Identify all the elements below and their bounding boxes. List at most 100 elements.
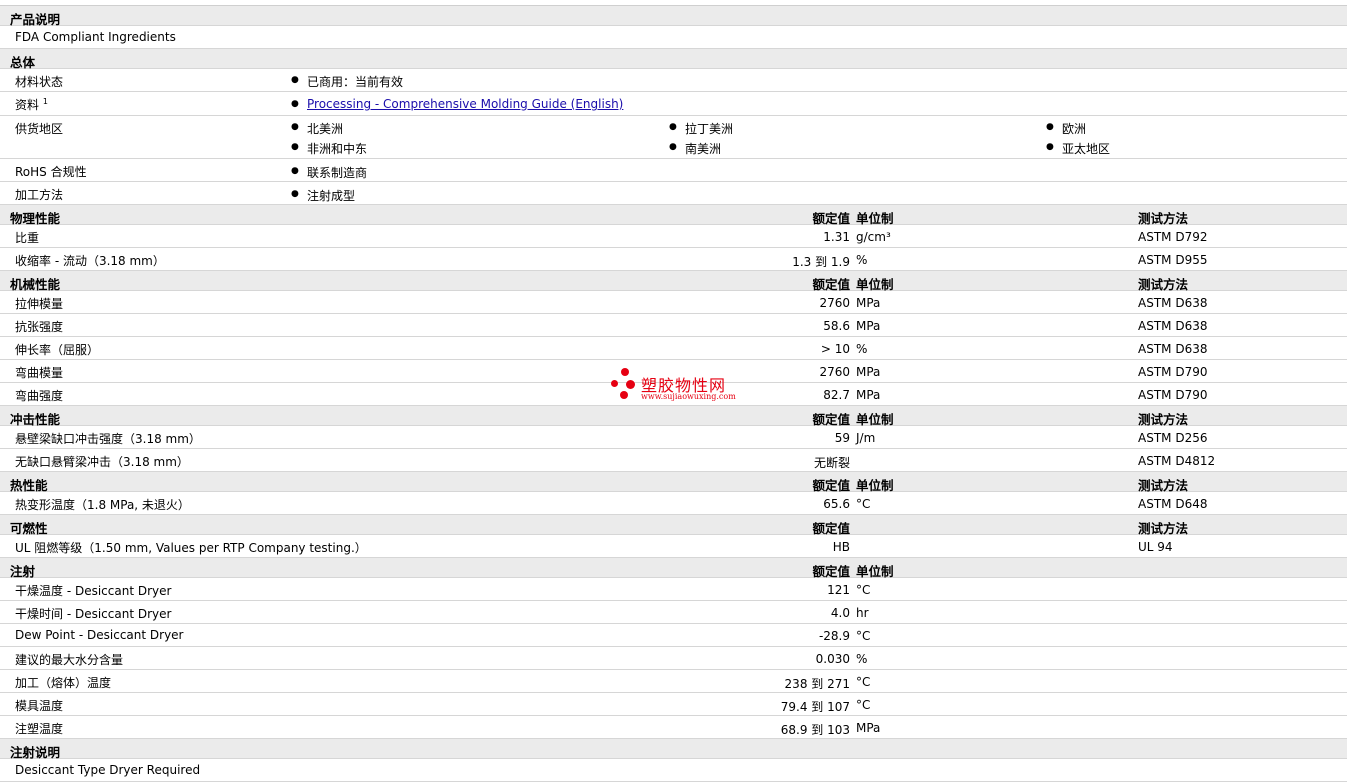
property-label: 拉伸模量 <box>15 297 64 311</box>
property-method: ASTM D790 <box>1138 365 1208 379</box>
material-status-row: 材料状态 已商用：当前有效 <box>0 69 1347 92</box>
property-label: UL 阻燃等级（1.50 mm, Values per RTP Company … <box>15 541 367 555</box>
property-unit: MPa <box>856 365 881 379</box>
property-row: 比重 1.31 g/cm³ ASTM D792 <box>0 225 1347 248</box>
logo-dot <box>620 391 628 399</box>
property-method: UL 94 <box>1138 540 1173 554</box>
property-value: 68.9 到 103 <box>780 723 850 737</box>
section-header-physical: 物理性能 额定值 单位制 测试方法 <box>0 205 1347 226</box>
thermal-rows: 热变形温度（1.8 MPa, 未退火） 65.6 °C ASTM D648 <box>0 492 1347 515</box>
watermark-url: www.sujiaowuxing.com <box>641 392 736 401</box>
property-label: 注塑温度 <box>15 722 64 736</box>
section-header-injection-notes: 注射说明 <box>0 739 1347 760</box>
region-item: 非洲和中东 <box>291 140 367 157</box>
property-value: 82.7 <box>823 388 850 402</box>
property-row: 抗张强度 58.6 MPa ASTM D638 <box>0 314 1347 337</box>
property-label: 收缩率 - 流动（3.18 mm） <box>15 254 165 268</box>
property-row: 干燥时间 - Desiccant Dryer 4.0 hr <box>0 601 1347 624</box>
property-unit: MPa <box>856 319 881 333</box>
property-row: 拉伸模量 2760 MPa ASTM D638 <box>0 291 1347 314</box>
property-value: > 10 <box>820 342 850 356</box>
documents-row: 资料 1 Processing - Comprehensive Molding … <box>0 92 1347 116</box>
property-row: 伸长率（屈服） > 10% ASTM D638 <box>0 337 1347 360</box>
property-label: 加工（熔体）温度 <box>15 676 112 690</box>
section-header-thermal: 热性能 额定值 单位制 测试方法 <box>0 472 1347 493</box>
property-unit: °C <box>856 698 871 712</box>
documents-label: 资料 1 <box>15 97 48 112</box>
property-unit: °C <box>856 583 871 597</box>
logo-dot <box>611 380 618 387</box>
property-method: ASTM D256 <box>1138 431 1208 445</box>
injection-notes-row: Desiccant Type Dryer Required <box>0 759 1347 782</box>
property-row: 模具温度 79.4 到 107 °C <box>0 693 1347 716</box>
logo-dot <box>626 380 635 389</box>
property-label: 悬壁梁缺口冲击强度（3.18 mm） <box>15 432 201 446</box>
property-unit: MPa <box>856 388 881 402</box>
property-label: 干燥温度 - Desiccant Dryer <box>15 584 172 598</box>
property-value: 1.31 <box>823 230 850 244</box>
section-header-injection: 注射 额定值 单位制 <box>0 558 1347 579</box>
property-method: ASTM D638 <box>1138 296 1208 310</box>
region-item: 亚太地区 <box>1046 140 1110 157</box>
processing-method-value: 注射成型 <box>291 187 355 204</box>
material-status-value: 已商用：当前有效 <box>291 73 403 90</box>
property-row: Dew Point - Desiccant Dryer -28.9 °C <box>0 624 1347 647</box>
rohs-value: 联系制造商 <box>291 164 367 181</box>
property-method: ASTM D790 <box>1138 388 1208 402</box>
property-unit: % <box>856 652 868 666</box>
watermark-logo: 塑胶物性网 www.sujiaowuxing.com <box>611 368 771 408</box>
property-row: 干燥温度 - Desiccant Dryer 121 °C <box>0 578 1347 601</box>
property-value: 79.4 到 107 <box>780 700 850 714</box>
property-method: ASTM D638 <box>1138 342 1208 356</box>
property-method: ASTM D792 <box>1138 230 1208 244</box>
property-value: 1.3 到 1.9 <box>792 255 850 269</box>
region-item: 欧洲 <box>1046 120 1086 137</box>
region-item: 拉丁美洲 <box>669 120 733 137</box>
flammability-rows: UL 阻燃等级（1.50 mm, Values per RTP Company … <box>0 535 1347 558</box>
section-header-product: 产品说明 <box>0 6 1347 27</box>
property-label: 弯曲模量 <box>15 366 64 380</box>
property-value: HB <box>832 540 850 554</box>
product-description-row: FDA Compliant Ingredients <box>0 26 1347 49</box>
property-unit: °C <box>856 675 871 689</box>
material-status-label: 材料状态 <box>15 75 64 89</box>
property-row: 悬壁梁缺口冲击强度（3.18 mm） 59 J/m ASTM D256 <box>0 426 1347 449</box>
supply-regions-row: 供货地区 北美洲 拉丁美洲 欧洲 非洲和中东 南美洲 亚太地区 <box>0 116 1347 159</box>
property-label: 建议的最大水分含量 <box>15 653 124 667</box>
property-value: 65.6 <box>823 497 850 511</box>
property-label: 干燥时间 - Desiccant Dryer <box>15 607 172 621</box>
logo-dot <box>621 368 629 376</box>
property-label: 伸长率（屈服） <box>15 343 100 357</box>
property-value: 58.6 <box>823 319 850 333</box>
property-value: 0.030 <box>815 652 850 666</box>
property-method: ASTM D638 <box>1138 319 1208 333</box>
property-value: 2760 <box>819 296 850 310</box>
property-unit: °C <box>856 497 871 511</box>
property-label: 抗张强度 <box>15 320 64 334</box>
property-label: 模具温度 <box>15 699 64 713</box>
property-label: 无缺口悬臂梁冲击（3.18 mm） <box>15 455 189 469</box>
property-unit: MPa <box>856 296 881 310</box>
property-row: 收缩率 - 流动（3.18 mm） 1.3 到 1.9% ASTM D955 <box>0 248 1347 271</box>
property-row: 加工（熔体）温度 238 到 271 °C <box>0 670 1347 693</box>
property-value: 121 <box>827 583 850 597</box>
processing-guide-link[interactable]: Processing - Comprehensive Molding Guide… <box>307 97 623 111</box>
property-row: UL 阻燃等级（1.50 mm, Values per RTP Company … <box>0 535 1347 558</box>
property-method: ASTM D955 <box>1138 253 1208 267</box>
property-unit: % <box>856 253 868 267</box>
property-row: 建议的最大水分含量 0.030% <box>0 647 1347 670</box>
property-value: -28.9 <box>818 629 850 643</box>
processing-method-label: 加工方法 <box>15 188 64 202</box>
property-method: ASTM D648 <box>1138 497 1208 511</box>
processing-method-row: 加工方法 注射成型 <box>0 182 1347 205</box>
property-label: Dew Point - Desiccant Dryer <box>15 628 184 642</box>
region-item: 南美洲 <box>669 140 721 157</box>
property-row: 热变形温度（1.8 MPa, 未退火） 65.6 °C ASTM D648 <box>0 492 1347 515</box>
property-value: 59 <box>834 431 850 445</box>
property-value: 无断裂 <box>813 456 850 470</box>
documents-item: Processing - Comprehensive Molding Guide… <box>291 97 623 111</box>
rohs-label: RoHS 合规性 <box>15 165 87 179</box>
physical-rows: 比重 1.31 g/cm³ ASTM D792 收缩率 - 流动（3.18 mm） 1.3… <box>0 225 1347 271</box>
property-unit: MPa <box>856 721 881 735</box>
property-value: 4.0 <box>830 606 850 620</box>
